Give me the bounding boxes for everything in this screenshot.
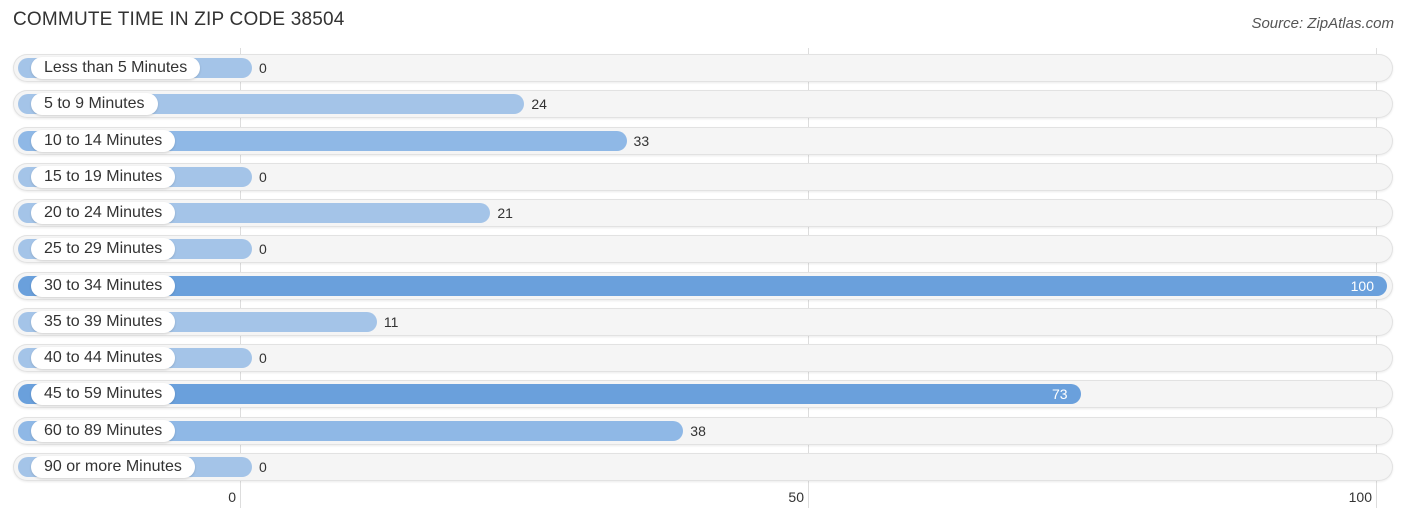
value-label: 0 (259, 168, 267, 185)
category-label: Less than 5 Minutes (31, 57, 201, 79)
category-label: 35 to 39 Minutes (31, 310, 176, 333)
category-label: 25 to 29 Minutes (31, 238, 176, 261)
value-label: 0 (259, 241, 267, 258)
category-label: 60 to 89 Minutes (31, 419, 176, 442)
value-label: 24 (531, 96, 547, 113)
category-label: 10 to 14 Minutes (31, 129, 176, 152)
value-label: 0 (259, 350, 267, 367)
value-label: 0 (259, 458, 267, 475)
category-label: 15 to 19 Minutes (31, 165, 176, 188)
category-label: 30 to 34 Minutes (31, 274, 176, 297)
bar-chart: 0 50 100 Less than 5 Minutes 0 5 to 9 Minutes… (0, 0, 1406, 522)
category-label: 20 to 24 Minutes (31, 202, 176, 225)
x-tick-label: 50 (788, 489, 804, 505)
category-label: 40 to 44 Minutes (31, 347, 176, 370)
value-label: 11 (383, 313, 399, 330)
category-label: 5 to 9 Minutes (31, 93, 158, 116)
category-label: 90 or more Minutes (31, 455, 195, 478)
bar (18, 384, 1081, 405)
value-label: 38 (690, 422, 706, 439)
bar (18, 275, 1387, 296)
value-label: 21 (497, 205, 513, 222)
x-tick-label: 0 (228, 489, 236, 505)
value-label: 73 (1051, 386, 1068, 403)
x-tick-label: 100 (1348, 489, 1372, 505)
value-label: 33 (633, 132, 650, 149)
value-label: 0 (259, 60, 267, 76)
category-label: 45 to 59 Minutes (31, 383, 176, 406)
value-label: 100 (1350, 277, 1374, 294)
